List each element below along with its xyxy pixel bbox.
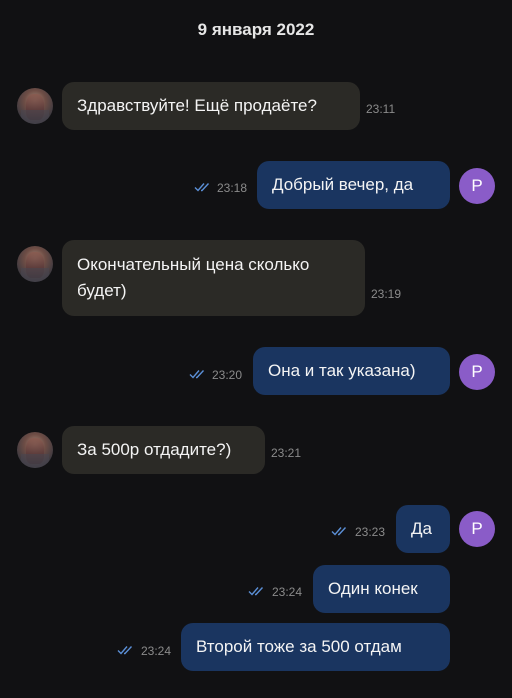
message-time: 23:21 bbox=[271, 446, 302, 460]
outgoing-message-bubble[interactable]: Второй тоже за 500 отдам bbox=[181, 623, 450, 671]
message-text-line: будет) bbox=[77, 281, 127, 300]
double-check-icon bbox=[331, 527, 347, 536]
message-text: За 500р отдадите?) bbox=[77, 440, 232, 459]
message-time: 23:18 bbox=[217, 181, 248, 195]
message-time: 23:24 bbox=[141, 644, 172, 658]
outgoing-message-bubble[interactable]: Да bbox=[396, 505, 450, 553]
user-avatar[interactable]: Р bbox=[459, 168, 495, 204]
message-text: Она и так указана) bbox=[268, 361, 416, 380]
message-text: Второй тоже за 500 отдам bbox=[196, 637, 402, 656]
double-check-icon bbox=[189, 370, 205, 379]
user-avatar[interactable]: Р bbox=[459, 511, 495, 547]
incoming-message-bubble[interactable]: Окончательный цена сколько будет) bbox=[62, 240, 365, 316]
message-text: Здравствуйте! Ещё продаёте? bbox=[77, 96, 317, 115]
contact-avatar[interactable] bbox=[17, 432, 53, 468]
double-check-icon bbox=[117, 646, 133, 655]
incoming-message-bubble[interactable]: Здравствуйте! Ещё продаёте? bbox=[62, 82, 360, 130]
message-time: 23:20 bbox=[212, 368, 243, 382]
date-header: 9 января 2022 bbox=[197, 20, 315, 39]
message-time: 23:23 bbox=[355, 525, 386, 539]
user-avatar[interactable]: Р bbox=[459, 354, 495, 390]
incoming-message-bubble[interactable]: За 500р отдадите?) bbox=[62, 426, 265, 474]
message-text: Добрый вечер, да bbox=[272, 175, 414, 194]
outgoing-message-bubble[interactable]: Добрый вечер, да bbox=[257, 161, 450, 209]
outgoing-message-bubble[interactable]: Один конек bbox=[313, 565, 450, 613]
message-text: Да bbox=[411, 519, 432, 538]
message-time: 23:19 bbox=[371, 287, 402, 301]
message-time: 23:24 bbox=[272, 585, 303, 599]
message-time: 23:11 bbox=[366, 102, 396, 116]
message-text: Один конек bbox=[328, 579, 418, 598]
double-check-icon bbox=[194, 183, 210, 192]
contact-avatar[interactable] bbox=[17, 246, 53, 282]
double-check-icon bbox=[248, 587, 264, 596]
contact-avatar[interactable] bbox=[17, 88, 53, 124]
outgoing-message-bubble[interactable]: Она и так указана) bbox=[253, 347, 450, 395]
message-text-line: Окончательный цена сколько bbox=[77, 255, 310, 274]
